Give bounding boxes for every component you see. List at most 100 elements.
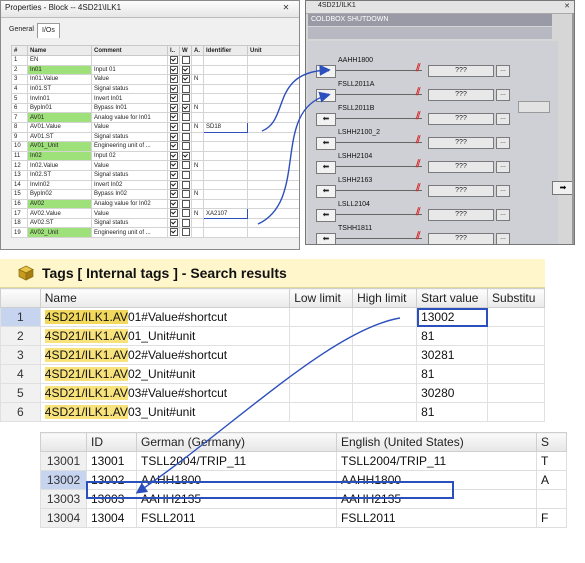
- high-limit[interactable]: [352, 307, 418, 327]
- io-unit[interactable]: [247, 122, 299, 133]
- tag-name[interactable]: 4SD21/ILK1.AV03#Value#shortcut: [39, 383, 291, 403]
- table-row[interactable]: 5 4SD21/ILK1.AV03#Value#shortcut 30280: [0, 383, 545, 403]
- arrow-right-icon[interactable]: ➡: [552, 181, 574, 195]
- value-display[interactable]: ???: [428, 65, 494, 77]
- table-row[interactable]: 12 In02.Value Value N: [11, 160, 299, 171]
- checkbox[interactable]: [170, 180, 178, 189]
- table-row[interactable]: 13004 13004 FSLL2011 FSLL2011 F: [40, 508, 567, 528]
- io-comment[interactable]: Value: [91, 74, 168, 85]
- io-identifier[interactable]: [203, 227, 248, 238]
- col-w[interactable]: W: [179, 45, 192, 56]
- col-substitute[interactable]: Substitu: [487, 288, 545, 308]
- more-button[interactable]: …: [496, 185, 510, 197]
- io-unit[interactable]: [247, 217, 299, 229]
- io-unit[interactable]: [247, 189, 299, 200]
- checkbox[interactable]: [182, 161, 190, 170]
- start-value[interactable]: 81: [416, 326, 489, 346]
- checkbox[interactable]: [170, 142, 178, 151]
- io-comment[interactable]: Signal status: [91, 83, 168, 95]
- col-a[interactable]: A.: [191, 45, 204, 56]
- io-comment[interactable]: Signal status: [91, 169, 168, 181]
- io-unit[interactable]: [247, 131, 299, 143]
- io-unit[interactable]: [247, 55, 299, 66]
- table-row[interactable]: 19 AV02_Unit Engineering unit of ...: [11, 227, 299, 238]
- substitute[interactable]: [487, 383, 545, 403]
- io-i-cell[interactable]: [167, 198, 180, 210]
- io-w-cell[interactable]: [179, 208, 192, 219]
- io-w-cell[interactable]: [179, 131, 192, 143]
- table-row[interactable]: 2 4SD21/ILK1.AV01_Unit#unit 81: [0, 326, 545, 346]
- io-w-cell[interactable]: [179, 83, 192, 95]
- checkbox[interactable]: [170, 133, 178, 141]
- io-comment[interactable]: Value: [91, 160, 168, 171]
- io-w-cell[interactable]: [179, 112, 192, 124]
- checkbox[interactable]: [182, 219, 190, 227]
- table-row[interactable]: 10 AV01_Unit Engineering unit of ...: [11, 141, 299, 152]
- io-identifier[interactable]: [203, 217, 248, 229]
- io-unit[interactable]: [247, 150, 299, 162]
- io-i-cell[interactable]: [167, 189, 180, 200]
- io-identifier[interactable]: [203, 150, 248, 162]
- io-identifier[interactable]: XA2107: [203, 208, 248, 219]
- close-icon[interactable]: ✕: [281, 3, 291, 13]
- checkbox[interactable]: [170, 85, 178, 93]
- tag-name[interactable]: 4SD21/ILK1.AV01_Unit#unit: [39, 326, 291, 346]
- col-identifier[interactable]: Identifier: [203, 45, 248, 56]
- io-comment[interactable]: Input 02: [91, 150, 168, 162]
- more-button[interactable]: …: [496, 233, 510, 244]
- table-row[interactable]: 13003 13003 AAHH2135 AAHH2135: [40, 489, 567, 509]
- io-unit[interactable]: [247, 102, 299, 114]
- col-unit[interactable]: Unit: [247, 45, 299, 56]
- io-identifier[interactable]: [203, 112, 248, 124]
- checkbox[interactable]: [170, 113, 178, 122]
- faceplate-side-button[interactable]: [518, 101, 550, 113]
- checkbox[interactable]: [182, 75, 190, 84]
- table-row[interactable]: 11 In02 Input 02: [11, 150, 299, 162]
- value-display[interactable]: ???: [428, 113, 494, 125]
- text-german[interactable]: TSLL2004/TRIP_11: [136, 451, 337, 471]
- low-limit[interactable]: [289, 402, 354, 422]
- table-row[interactable]: 16 AV02 Analog value for In02: [11, 198, 299, 210]
- io-i-cell[interactable]: [167, 217, 180, 229]
- tab-ios[interactable]: I/Os: [37, 23, 60, 38]
- io-unit[interactable]: [247, 227, 299, 238]
- col-name[interactable]: Name: [39, 288, 291, 308]
- checkbox[interactable]: [182, 228, 190, 237]
- checkbox[interactable]: [182, 113, 190, 122]
- io-w-cell[interactable]: [179, 227, 192, 238]
- io-comment[interactable]: Signal status: [91, 131, 168, 143]
- start-value[interactable]: 30280: [416, 383, 489, 403]
- arrow-left-icon[interactable]: ⬅: [316, 185, 336, 198]
- text-id[interactable]: 13002: [86, 470, 137, 490]
- table-row[interactable]: 18 AV02.ST Signal status: [11, 217, 299, 229]
- tag-name[interactable]: 4SD21/ILK1.AV02_Unit#unit: [39, 364, 291, 384]
- io-comment[interactable]: Value: [91, 208, 168, 219]
- checkbox[interactable]: [170, 66, 178, 74]
- table-row[interactable]: 7 AV01 Analog value for In01: [11, 112, 299, 124]
- checkbox[interactable]: [170, 94, 178, 103]
- more-button[interactable]: …: [496, 89, 510, 101]
- tag-name[interactable]: 4SD21/ILK1.AV02#Value#shortcut: [39, 345, 291, 365]
- checkbox[interactable]: [170, 75, 178, 84]
- more-button[interactable]: …: [496, 137, 510, 149]
- checkbox[interactable]: [170, 209, 178, 218]
- more-button[interactable]: …: [496, 65, 510, 77]
- io-w-cell[interactable]: [179, 198, 192, 210]
- io-unit[interactable]: [247, 112, 299, 124]
- io-w-cell[interactable]: [179, 102, 192, 114]
- high-limit[interactable]: [352, 345, 418, 365]
- arrow-left-icon[interactable]: ⬅: [316, 137, 336, 150]
- io-comment[interactable]: Input 01: [91, 64, 168, 76]
- io-identifier[interactable]: [203, 74, 248, 85]
- io-unit[interactable]: [247, 179, 299, 191]
- substitute[interactable]: [487, 364, 545, 384]
- io-comment[interactable]: Bypass In02: [91, 189, 168, 200]
- low-limit[interactable]: [289, 345, 354, 365]
- col-comment[interactable]: Comment: [91, 45, 168, 56]
- io-identifier[interactable]: [203, 179, 248, 191]
- table-row[interactable]: 15 BypIn02 Bypass In02 N: [11, 189, 299, 200]
- io-i-cell[interactable]: [167, 112, 180, 124]
- io-unit[interactable]: [247, 93, 299, 104]
- io-i-cell[interactable]: [167, 160, 180, 171]
- tag-name[interactable]: 4SD21/ILK1.AV01#Value#shortcut: [39, 307, 291, 327]
